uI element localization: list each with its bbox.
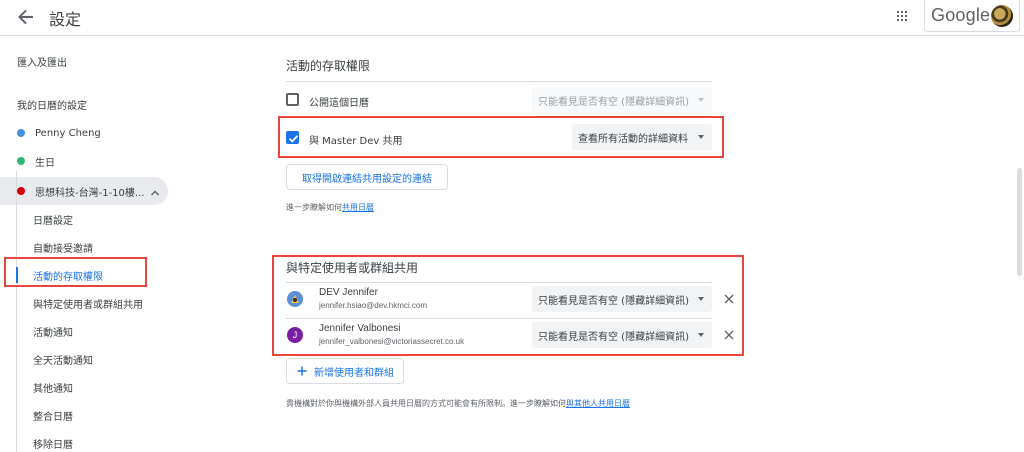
my-calendars-heading: 我的日曆的設定 [17,100,87,112]
user-permission-select[interactable]: 只能看見是否有空 (隱藏詳細資訊) [532,286,712,312]
user-email: jennifer.hsiao@dev.hkmci.com [319,301,428,310]
apps-grid-icon[interactable] [894,8,910,24]
user-permission-select[interactable]: 只能看見是否有空 (隱藏詳細資訊) [532,322,712,348]
sidebar-sub-integrate[interactable]: 整合日曆 [33,403,73,427]
public-calendar-checkbox[interactable] [286,93,299,106]
section-divider [286,81,712,82]
add-people-label: 新增使用者和群組 [314,367,394,379]
calendar-color-dot [17,129,25,137]
sidebar-sub-remove[interactable]: 移除日曆 [33,431,73,452]
calendar-color-dot [17,187,25,195]
sidebar-item-import-export[interactable]: 匯入及匯出 [17,49,67,73]
sub-items-divider [16,171,17,452]
select-value: 只能看見是否有空 (隱藏詳細資訊) [538,96,689,108]
sidebar-calendar-penny[interactable]: Penny Cheng [17,121,101,145]
sidebar-calendar-birthday[interactable]: 生日 [17,149,55,173]
calendar-label: 思想科技-台灣-1-10樓... [35,187,145,199]
settings-sidebar: 匯入及匯出 我的日曆的設定 Penny Cheng 生日 思想科技-台灣-1-1… [0,37,200,452]
page-title: 設定 [49,10,82,29]
top-app-bar: 設定 Google [0,0,1024,36]
sidebar-sub-calendar-settings[interactable]: 日曆設定 [33,207,73,231]
note-prefix: 貴機構對於你與機構外部人員共用日曆的方式可能會有所限制。進一步瞭解如何 [286,399,566,408]
specific-section-title: 與特定使用者或群組共用 [286,261,419,275]
learn-more-prefix: 進一步瞭解如何 [286,203,342,212]
plus-icon [296,365,308,377]
chevron-up-icon[interactable] [150,185,160,196]
caret-down-icon [698,98,704,102]
highlight-box [4,257,147,287]
share-with-others-link[interactable]: 與其他人共用日曆 [566,399,630,408]
caret-down-icon [698,333,704,337]
calendar-label: Penny Cheng [35,127,101,139]
arrow-left-icon[interactable] [14,5,38,29]
sidebar-sub-event-notifications[interactable]: 活動通知 [33,319,73,343]
row-divider [286,318,712,319]
public-calendar-label: 公開這個日曆 [309,98,369,109]
learn-more-text: 進一步瞭解如何共用日曆 [286,202,374,213]
select-value: 只能看見是否有空 (隱藏詳細資訊) [538,331,689,343]
close-icon[interactable] [723,328,735,340]
section-divider [286,282,712,283]
sidebar-calendar-selected[interactable]: 思想科技-台灣-1-10樓... [17,179,144,203]
user-name: Jennifer Valbonesi [319,323,401,334]
sharing-restriction-note: 貴機構對於你與機構外部人員共用日曆的方式可能會有所限制。進一步瞭解如何與其他人共… [286,398,630,409]
sidebar-sub-allday-notifications[interactable]: 全天活動通知 [33,347,93,371]
calendar-label: 生日 [35,157,55,169]
public-permission-select[interactable]: 只能看見是否有空 (隱藏詳細資訊) [532,87,712,113]
account-avatar[interactable] [991,5,1013,27]
close-icon[interactable] [723,292,735,304]
select-value: 只能看見是否有空 (隱藏詳細資訊) [538,295,689,307]
user-email: jennifer_valbonesi@victoriassecret.co.uk [319,337,465,346]
google-logo: Google [931,5,991,25]
user-name: DEV Jennifer [319,287,378,298]
sidebar-sub-auto-accept[interactable]: 自動接受邀請 [33,235,93,259]
user-avatar: J [287,327,303,343]
user-avatar [287,291,303,307]
access-section-title: 活動的存取權限 [286,59,371,73]
get-shareable-link-button[interactable]: 取得開啟連結共用設定的連結 [286,164,448,190]
vertical-scrollbar[interactable] [1017,168,1022,276]
caret-down-icon [698,297,704,301]
sidebar-sub-other-notifications[interactable]: 其他通知 [33,375,73,399]
learn-more-link[interactable]: 共用日曆 [342,203,374,212]
highlight-box [278,116,724,158]
calendar-color-dot [17,157,25,165]
add-people-button[interactable]: 新增使用者和群組 [286,358,404,384]
sidebar-sub-share-specific[interactable]: 與特定使用者或群組共用 [33,291,143,315]
account-switcher[interactable]: Google [924,0,1020,32]
